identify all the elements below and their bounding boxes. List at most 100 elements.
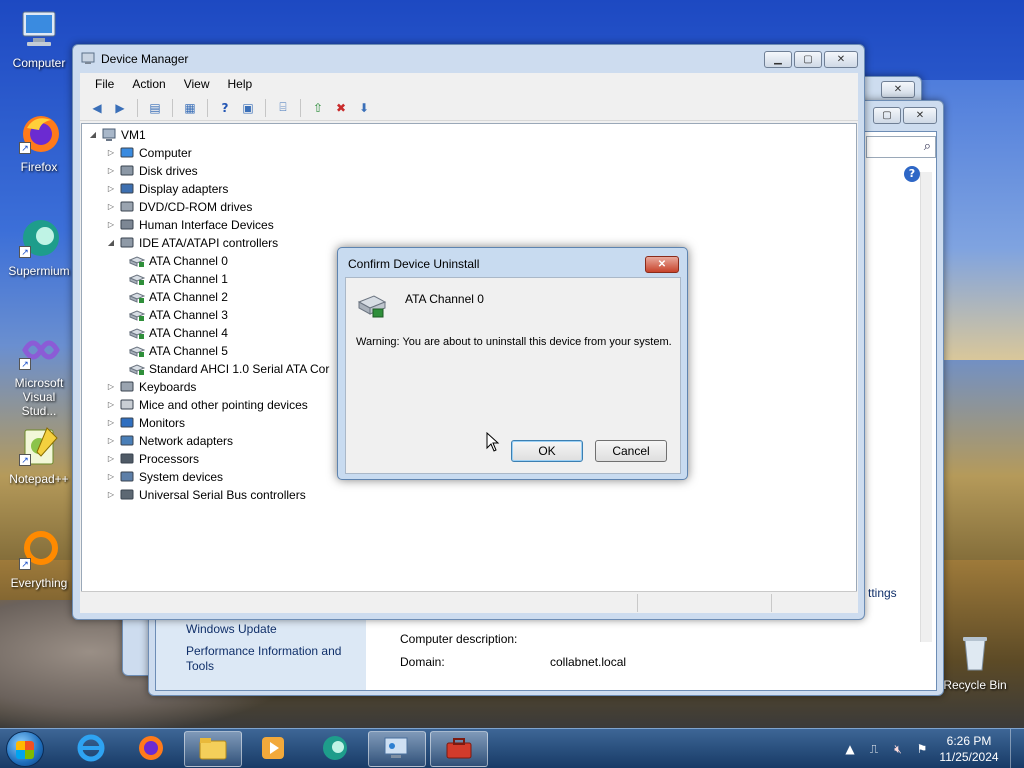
menu-view[interactable]: View — [175, 77, 219, 91]
collapse-icon[interactable]: ◢ — [88, 126, 98, 144]
tree-node-ide-controller[interactable]: ◢ IDE ATA/ATAPI controllers — [106, 234, 278, 252]
tree-child-ata-channel[interactable]: ATA Channel 4 — [126, 324, 228, 342]
tree-node-monitor[interactable]: ▷ Monitors — [106, 414, 185, 432]
shortcut-arrow-icon: ↗ — [19, 142, 31, 154]
action-center-icon[interactable]: ⚑ — [914, 741, 930, 757]
desktop-icon-firefox[interactable]: ↗ Firefox — [4, 112, 74, 174]
expand-icon[interactable]: ▷ — [106, 162, 116, 180]
expand-icon[interactable]: ▷ — [106, 432, 116, 450]
back-icon[interactable]: ◀ — [88, 100, 106, 116]
tree-node-hid[interactable]: ▷ Human Interface Devices — [106, 216, 274, 234]
desktop-icon-label: Microsoft — [14, 376, 64, 390]
tree-node-processor[interactable]: ▷ Processors — [106, 450, 199, 468]
cancel-button[interactable]: Cancel — [595, 440, 667, 462]
expand-icon[interactable]: ▷ — [106, 198, 116, 216]
network-icon[interactable]: ⎍ — [866, 741, 882, 757]
tree-node-mouse[interactable]: ▷ Mice and other pointing devices — [106, 396, 308, 414]
tree-child-ata-channel[interactable]: ATA Channel 2 — [126, 288, 228, 306]
disable-device-icon[interactable]: ⬇ — [355, 100, 373, 116]
start-button[interactable] — [6, 731, 44, 767]
show-hide-console-tree-icon[interactable]: ▤ — [146, 100, 164, 116]
desktop-icon-supermium[interactable]: ↗ Supermium — [4, 216, 74, 278]
show-hidden-icons-icon[interactable]: ▲ — [842, 741, 858, 757]
help-icon[interactable]: ? — [904, 166, 920, 182]
ok-button[interactable]: OK — [511, 440, 583, 462]
tree-node-computer[interactable]: ▷ Computer — [106, 144, 192, 162]
tree-node-dvd-drive[interactable]: ▷ DVD/CD-ROM drives — [106, 198, 252, 216]
expand-icon[interactable]: ▷ — [106, 450, 116, 468]
properties-icon[interactable]: ▦ — [181, 100, 199, 116]
tree-node-network-adapter[interactable]: ▷ Network adapters — [106, 432, 233, 450]
expand-icon[interactable]: ▷ — [106, 180, 116, 198]
dialog-titlebar[interactable]: Confirm Device Uninstall ✕ — [338, 248, 687, 280]
tree-child-ata-channel[interactable]: ATA Channel 3 — [126, 306, 228, 324]
close-icon[interactable]: ✕ — [824, 50, 858, 68]
device-manager-icon — [81, 51, 95, 68]
taskbar-media-player[interactable] — [244, 731, 302, 767]
expand-icon[interactable]: ▷ — [106, 396, 116, 414]
menu-action[interactable]: Action — [123, 77, 174, 91]
windows-update-link[interactable]: Windows Update — [186, 622, 277, 636]
close-icon[interactable]: ✕ — [903, 107, 937, 124]
minimize-icon[interactable]: ▁ — [764, 50, 792, 68]
taskbar-explorer[interactable] — [184, 731, 242, 767]
collapse-icon[interactable]: ◢ — [106, 234, 116, 252]
search-icon[interactable]: ⌕ — [924, 139, 931, 154]
toolbar: ◀ ▶ ▤ ▦ ? ▣ ⌸ ⇧ ✖ ⬇ — [80, 95, 858, 121]
window-title: Device Manager — [101, 52, 189, 66]
desktop-icon-computer[interactable]: Computer — [4, 8, 74, 70]
tree-child-ata-channel[interactable]: ATA Channel 1 — [126, 270, 228, 288]
tree-root[interactable]: ◢ VM1 — [88, 126, 146, 144]
uninstall-icon[interactable]: ✖ — [332, 100, 350, 116]
desktop-icon-notepadpp[interactable]: ↗ Notepad++ — [4, 424, 74, 486]
search-box[interactable]: ⌕ — [866, 136, 936, 158]
maximize-icon[interactable]: ▢ — [794, 50, 822, 68]
tree-node-display-adapter[interactable]: ▷ Display adapters — [106, 180, 228, 198]
settings-link[interactable]: ttings — [868, 586, 897, 600]
update-driver-icon[interactable]: ⇧ — [309, 100, 327, 116]
taskbar-control-panel[interactable] — [368, 731, 426, 767]
dialog-close-icon[interactable]: ✕ — [645, 255, 679, 273]
taskbar-device-manager[interactable] — [430, 731, 488, 767]
confirm-uninstall-dialog[interactable]: Confirm Device Uninstall ✕ ATA Channel 0… — [337, 247, 688, 480]
expand-icon[interactable]: ▷ — [106, 414, 116, 432]
menu-help[interactable]: Help — [219, 77, 262, 91]
tree-node-usb[interactable]: ▷ Universal Serial Bus controllers — [106, 486, 306, 504]
tree-node-label: Disk drives — [139, 164, 198, 178]
maximize-icon[interactable]: ▢ — [873, 107, 901, 124]
show-desktop-button[interactable] — [1010, 729, 1024, 768]
taskbar-supermium[interactable] — [306, 731, 364, 767]
tree-child-ata-channel[interactable]: Standard AHCI 1.0 Serial ATA Cor — [126, 360, 329, 378]
disk-drive-icon — [119, 164, 135, 178]
volume-muted-icon[interactable]: 🔇︎ — [890, 741, 906, 757]
taskbar-ie[interactable] — [62, 731, 120, 767]
scan-hardware-icon[interactable]: ⌸ — [274, 100, 292, 116]
taskbar-firefox[interactable] — [122, 731, 180, 767]
menu-file[interactable]: File — [86, 77, 123, 91]
tree-child-ata-channel[interactable]: ATA Channel 0 — [126, 252, 228, 270]
performance-link[interactable]: Performance Information and — [186, 644, 341, 658]
tree-node-label: IDE ATA/ATAPI controllers — [139, 236, 279, 250]
mouse-cursor — [486, 431, 500, 455]
performance-link-2[interactable]: Tools — [186, 659, 214, 673]
expand-icon[interactable]: ▷ — [106, 468, 116, 486]
desktop-icon-everything[interactable]: ↗ Everything — [4, 528, 74, 590]
tree-node-system-device[interactable]: ▷ System devices — [106, 468, 223, 486]
desktop-icon-recycle-bin[interactable]: Recycle Bin — [940, 630, 1010, 692]
device-manager-titlebar[interactable]: Device Manager ▁ ▢ ✕ — [73, 45, 864, 73]
tree-node-label: Monitors — [139, 416, 186, 430]
tree-node-keyboard[interactable]: ▷ Keyboards — [106, 378, 196, 396]
expand-icon[interactable]: ▷ — [106, 378, 116, 396]
clock[interactable]: 6:26 PM 11/25/2024 — [934, 733, 1004, 765]
tree-node-disk-drive[interactable]: ▷ Disk drives — [106, 162, 198, 180]
expand-icon[interactable]: ▷ — [106, 216, 116, 234]
close-icon[interactable]: ✕ — [881, 81, 915, 98]
expand-icon[interactable]: ▷ — [106, 144, 116, 162]
desktop-icon-visual-studio[interactable]: ↗ Microsoft Visual Stud... — [4, 328, 74, 418]
expand-icon[interactable]: ▷ — [106, 486, 116, 504]
forward-icon[interactable]: ▶ — [111, 100, 129, 116]
help-icon[interactable]: ? — [216, 100, 234, 116]
action-pane-icon[interactable]: ▣ — [239, 100, 257, 116]
scrollbar[interactable] — [920, 172, 932, 642]
tree-child-ata-channel[interactable]: ATA Channel 5 — [126, 342, 228, 360]
